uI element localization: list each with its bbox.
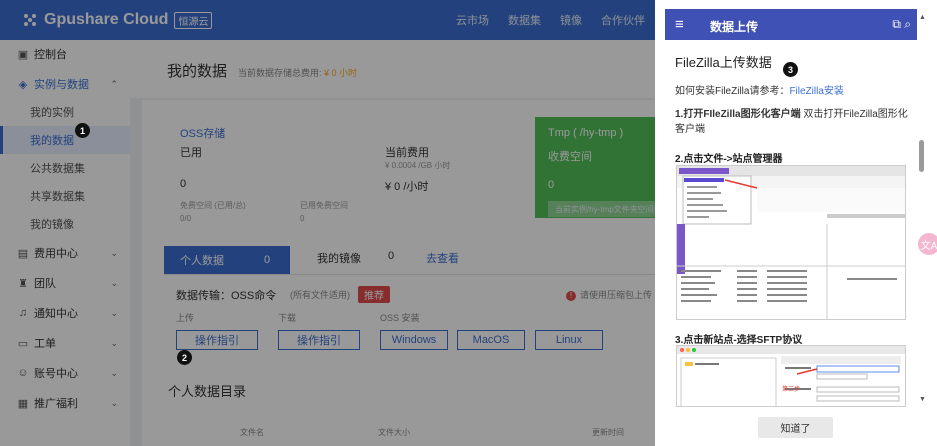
step1-text: 1.打开FIleZilla图形化客户端 双击打开FileZilla图形化客户端: [675, 107, 910, 137]
step3-heading: 3.点击新站点-选择SFTP协议: [675, 335, 803, 346]
doc-title: FileZilla上传数据: [675, 55, 772, 70]
scroll-down-arrow-icon[interactable]: ▼: [919, 396, 926, 403]
filezilla-menu-illustration: [677, 166, 905, 319]
copy-icon[interactable]: ⧉: [892, 17, 901, 31]
annotation-badge-3: 3: [783, 62, 798, 77]
filezilla-install-link[interactable]: FileZilla安装: [789, 86, 843, 97]
menu-icon[interactable]: ≡: [675, 16, 684, 33]
panel-tools: ⧉ ⌕: [892, 17, 911, 32]
modal-overlay[interactable]: [0, 0, 655, 446]
got-it-button[interactable]: 知道了: [758, 417, 833, 438]
translate-icon[interactable]: 文A: [918, 233, 937, 255]
panel-header-title: 数据上传: [710, 20, 759, 34]
site-manager-illustration: [677, 346, 905, 406]
step1-bold: 1.打开FIleZilla图形化客户端: [675, 109, 801, 120]
step2-screenshot: [676, 165, 906, 320]
step2-heading: 2.点击文件->站点管理器: [675, 154, 783, 165]
scroll-up-arrow-icon[interactable]: ▲: [919, 14, 926, 21]
panel-header: ≡ 数据上传 ⧉ ⌕: [665, 9, 917, 40]
annotation-badge-2: 2: [177, 350, 192, 365]
step-two-label: 第二步: [782, 387, 801, 393]
search-icon[interactable]: ⌕: [904, 17, 911, 31]
step3-screenshot: 第二步: [676, 345, 906, 407]
annotation-badge-1: 1: [75, 123, 90, 138]
install-ref-text: 如何安装FileZilla请参考：: [675, 86, 790, 97]
install-ref: 如何安装FileZilla请参考：FileZilla安装: [675, 82, 844, 97]
panel-scrollbar-thumb[interactable]: [919, 140, 924, 172]
